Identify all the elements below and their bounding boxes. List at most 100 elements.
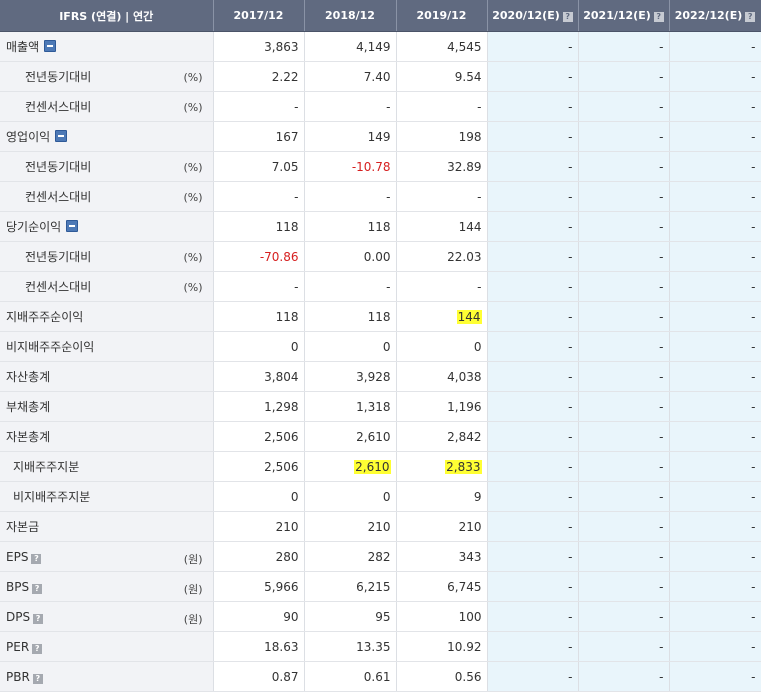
- row-label: PBR?: [0, 661, 214, 692]
- row-label: 자본금: [0, 511, 214, 542]
- cell: -: [578, 511, 670, 542]
- help-icon[interactable]: ?: [32, 673, 43, 684]
- table-row: BPS? (원) 5,966 6,215 6,745 - - -: [0, 571, 761, 602]
- cell: -: [578, 211, 670, 242]
- cell: 118: [304, 211, 397, 242]
- cell: 144: [396, 301, 488, 332]
- header-col-2018: 2018/12: [304, 0, 397, 32]
- row-label: 부채총계: [0, 391, 214, 422]
- cell: -: [578, 421, 670, 452]
- cell: -: [578, 271, 670, 302]
- cell: -: [487, 91, 579, 122]
- cell: -: [669, 271, 761, 302]
- cell: -: [669, 601, 761, 632]
- table-row: PBR? 0.87 0.61 0.56 - - -: [0, 661, 761, 692]
- help-icon[interactable]: ?: [32, 583, 43, 594]
- cell: -: [487, 481, 579, 512]
- cell: -: [578, 631, 670, 662]
- highlighted-value: 2,833: [445, 459, 482, 474]
- unit-label: (%): [183, 161, 203, 174]
- help-icon[interactable]: ?: [562, 12, 573, 22]
- cell: -: [487, 421, 579, 452]
- cell: -: [578, 91, 670, 122]
- cell: 210: [396, 511, 488, 542]
- cell: -: [487, 301, 579, 332]
- row-label: PER?: [0, 631, 214, 662]
- cell: -: [578, 661, 670, 692]
- cell: 13.35: [304, 631, 397, 662]
- cell: 2,842: [396, 421, 488, 452]
- row-label: BPS? (원): [0, 571, 214, 602]
- cell: -: [669, 481, 761, 512]
- cell: -: [213, 91, 305, 122]
- help-icon[interactable]: ?: [745, 12, 756, 22]
- cell: -: [669, 391, 761, 422]
- header-col-2019: 2019/12: [396, 0, 488, 32]
- cell: -: [669, 511, 761, 542]
- cell: -: [487, 511, 579, 542]
- cell: 2,833: [396, 451, 488, 482]
- help-icon[interactable]: ?: [32, 643, 43, 654]
- unit-label: (%): [183, 191, 203, 204]
- cell: 0.56: [396, 661, 488, 692]
- help-icon[interactable]: ?: [653, 12, 664, 22]
- help-icon[interactable]: ?: [31, 553, 42, 564]
- cell: -: [578, 571, 670, 602]
- cell: 4,038: [396, 361, 488, 392]
- cell: -: [578, 151, 670, 182]
- cell: 9.54: [396, 61, 488, 92]
- cell: -: [669, 91, 761, 122]
- cell: 280: [213, 541, 305, 572]
- unit-label: (%): [183, 281, 203, 294]
- header-row: IFRS (연결) | 연간 2017/12 2018/12 2019/12 2…: [0, 0, 761, 32]
- cell: 90: [213, 601, 305, 632]
- unit-label: (%): [183, 251, 203, 264]
- row-label: 매출액: [0, 31, 214, 62]
- cell: 118: [213, 211, 305, 242]
- cell: 0.61: [304, 661, 397, 692]
- cell: 118: [213, 301, 305, 332]
- cell: -: [578, 481, 670, 512]
- cell: 210: [304, 511, 397, 542]
- cell: 210: [213, 511, 305, 542]
- row-label: 전년동기대비 (%): [0, 61, 214, 92]
- cell: -: [304, 181, 397, 212]
- cell: -: [669, 361, 761, 392]
- table-row: 자본총계 2,506 2,610 2,842 - - -: [0, 421, 761, 452]
- table-row: PER? 18.63 13.35 10.92 - - -: [0, 631, 761, 662]
- cell: -: [578, 31, 670, 62]
- cell: 1,318: [304, 391, 397, 422]
- cell: -: [213, 181, 305, 212]
- row-label: 당기순이익: [0, 211, 214, 242]
- cell: 118: [304, 301, 397, 332]
- table-row: 전년동기대비 (%) 7.05 -10.78 32.89 - - -: [0, 151, 761, 182]
- unit-label: (원): [183, 553, 203, 566]
- row-label: 컨센서스대비 (%): [0, 271, 214, 302]
- cell: -: [669, 331, 761, 362]
- cell: 4,149: [304, 31, 397, 62]
- row-label: 비지배주주지분: [0, 481, 214, 512]
- row-label: 비지배주주순이익: [0, 331, 214, 362]
- collapse-icon[interactable]: [44, 40, 57, 52]
- table-row: EPS? (원) 280 282 343 - - -: [0, 541, 761, 572]
- table-row: 매출액 3,863 4,149 4,545 - - -: [0, 31, 761, 62]
- cell: -: [669, 661, 761, 692]
- cell: 7.05: [213, 151, 305, 182]
- collapse-icon[interactable]: [55, 130, 68, 142]
- table-row: 전년동기대비 (%) -70.86 0.00 22.03 - - -: [0, 241, 761, 272]
- collapse-icon[interactable]: [66, 220, 79, 232]
- table-row: 자산총계 3,804 3,928 4,038 - - -: [0, 361, 761, 392]
- table-row: 지배주주순이익 118 118 144 - - -: [0, 301, 761, 332]
- cell: -: [487, 331, 579, 362]
- cell: -: [669, 241, 761, 272]
- cell: -: [396, 91, 488, 122]
- cell: 22.03: [396, 241, 488, 272]
- cell: -: [304, 91, 397, 122]
- cell: 3,928: [304, 361, 397, 392]
- help-icon[interactable]: ?: [33, 613, 44, 624]
- table-row: 자본금 210 210 210 - - -: [0, 511, 761, 542]
- cell: 0: [304, 331, 397, 362]
- cell: -: [396, 181, 488, 212]
- table-row: 비지배주주지분 0 0 9 - - -: [0, 481, 761, 512]
- cell: 0: [213, 481, 305, 512]
